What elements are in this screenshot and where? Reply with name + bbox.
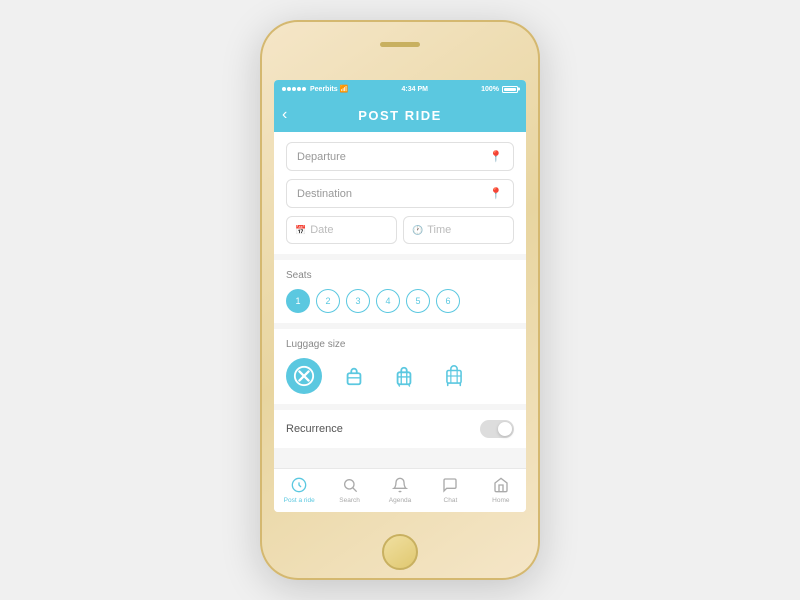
seat-button-4[interactable]: 4 bbox=[376, 289, 400, 313]
destination-field[interactable]: Destination 📍 bbox=[286, 179, 514, 208]
small-bag-icon bbox=[343, 365, 365, 387]
nav-item-agenda[interactable]: Agenda bbox=[375, 469, 425, 512]
home-icon bbox=[493, 477, 509, 496]
signal-dot-5 bbox=[302, 87, 306, 91]
post-ride-icon bbox=[291, 477, 307, 496]
date-field[interactable]: 📅 Date bbox=[286, 216, 397, 244]
recurrence-section: Recurrence bbox=[274, 410, 526, 448]
nav-label-home: Home bbox=[492, 497, 509, 504]
luggage-none-icon-wrap bbox=[286, 358, 322, 394]
status-left: Peerbits 📶 bbox=[282, 85, 348, 93]
luggage-small-button[interactable] bbox=[336, 358, 372, 394]
nav-label-post-a-ride: Post a ride bbox=[284, 497, 315, 504]
seat-button-2[interactable]: 2 bbox=[316, 289, 340, 313]
luggage-label: Luggage size bbox=[286, 339, 514, 350]
nav-item-search[interactable]: Search bbox=[324, 469, 374, 512]
seat-button-5[interactable]: 5 bbox=[406, 289, 430, 313]
status-bar: Peerbits 📶 4:34 PM 100% bbox=[274, 80, 526, 98]
luggage-none-button[interactable] bbox=[286, 358, 322, 394]
large-suitcase-icon bbox=[443, 365, 465, 387]
seat-button-6[interactable]: 6 bbox=[436, 289, 460, 313]
page-title: POST RIDE bbox=[358, 108, 442, 123]
phone-screen: Peerbits 📶 4:34 PM 100% ‹ POST RIDE Depa… bbox=[274, 80, 526, 512]
luggage-large-button[interactable] bbox=[436, 358, 472, 394]
nav-label-chat: Chat bbox=[444, 497, 458, 504]
luggage-large-icon-wrap bbox=[436, 358, 472, 394]
date-time-row: 📅 Date 🕐 Time bbox=[286, 216, 514, 244]
luggage-row bbox=[286, 358, 514, 394]
location-pin-filled-icon: 📍 bbox=[489, 150, 503, 163]
seats-label: Seats bbox=[286, 270, 514, 281]
seat-button-3[interactable]: 3 bbox=[346, 289, 370, 313]
seats-section: Seats 1 2 3 4 5 6 bbox=[274, 260, 526, 323]
status-time: 4:34 PM bbox=[401, 86, 427, 93]
signal-dot-1 bbox=[282, 87, 286, 91]
status-right: 100% bbox=[481, 86, 518, 93]
luggage-medium-button[interactable] bbox=[386, 358, 422, 394]
content-area: Departure 📍 Destination 📍 📅 Date 🕐 Time bbox=[274, 132, 526, 468]
nav-item-chat[interactable]: Chat bbox=[425, 469, 475, 512]
seat-button-1[interactable]: 1 bbox=[286, 289, 310, 313]
time-placeholder: Time bbox=[427, 224, 451, 236]
medium-suitcase-icon bbox=[393, 365, 415, 387]
signal-dots bbox=[282, 87, 306, 91]
recurrence-label: Recurrence bbox=[286, 423, 343, 435]
nav-item-post-a-ride[interactable]: Post a ride bbox=[274, 469, 324, 512]
seats-row: 1 2 3 4 5 6 bbox=[286, 289, 514, 313]
back-button[interactable]: ‹ bbox=[282, 106, 287, 124]
battery-fill bbox=[504, 88, 516, 91]
luggage-small-icon-wrap bbox=[336, 358, 372, 394]
form-section: Departure 📍 Destination 📍 📅 Date 🕐 Time bbox=[274, 132, 526, 254]
signal-dot-3 bbox=[292, 87, 296, 91]
search-icon bbox=[342, 477, 358, 496]
luggage-section: Luggage size bbox=[274, 329, 526, 404]
signal-dot-2 bbox=[287, 87, 291, 91]
x-icon bbox=[293, 365, 315, 387]
calendar-icon: 📅 bbox=[295, 225, 306, 236]
departure-field[interactable]: Departure 📍 bbox=[286, 142, 514, 171]
chat-icon bbox=[442, 477, 458, 496]
time-field[interactable]: 🕐 Time bbox=[403, 216, 514, 244]
signal-dot-4 bbox=[297, 87, 301, 91]
nav-label-search: Search bbox=[339, 497, 360, 504]
carrier-name: Peerbits bbox=[310, 86, 338, 93]
luggage-medium-icon-wrap bbox=[386, 358, 422, 394]
bottom-navigation: Post a ride Search Agend bbox=[274, 468, 526, 512]
agenda-icon bbox=[392, 477, 408, 496]
departure-placeholder: Departure bbox=[297, 151, 346, 163]
wifi-icon: 📶 bbox=[340, 85, 349, 93]
location-pin-icon: 📍 bbox=[489, 187, 503, 200]
nav-item-home[interactable]: Home bbox=[476, 469, 526, 512]
clock-icon: 🕐 bbox=[412, 225, 423, 236]
home-button[interactable] bbox=[382, 534, 418, 570]
phone-speaker bbox=[380, 42, 420, 47]
phone-device: Peerbits 📶 4:34 PM 100% ‹ POST RIDE Depa… bbox=[260, 20, 540, 580]
battery-percent: 100% bbox=[481, 86, 499, 93]
toggle-knob bbox=[498, 422, 512, 436]
header: ‹ POST RIDE bbox=[274, 98, 526, 132]
destination-placeholder: Destination bbox=[297, 188, 352, 200]
nav-label-agenda: Agenda bbox=[389, 497, 411, 504]
recurrence-toggle[interactable] bbox=[480, 420, 514, 438]
battery-icon bbox=[502, 86, 518, 93]
date-placeholder: Date bbox=[310, 224, 333, 236]
